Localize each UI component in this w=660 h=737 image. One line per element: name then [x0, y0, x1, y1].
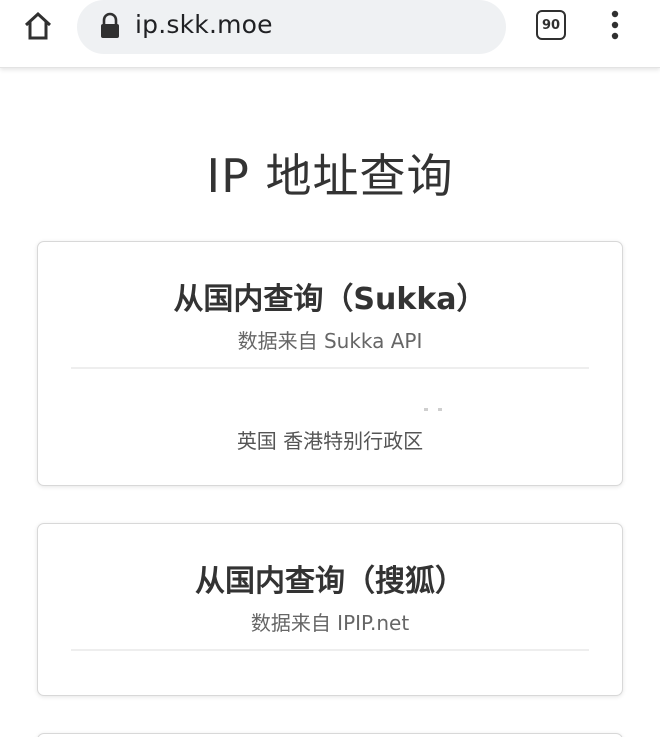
- tab-count-label: 90: [541, 17, 561, 33]
- page-content: IP 地址查询 从国内查询（Sukka） 数据来自 Sukka API 英国 香…: [0, 68, 660, 737]
- tab-switcher-button[interactable]: 90: [536, 10, 566, 40]
- card-title: 从国内查询（搜狐）: [195, 564, 465, 599]
- card-result-location: 英国 香港特别行政区: [236, 429, 424, 453]
- card-title: 从国内查询（Sukka）: [173, 282, 487, 317]
- home-button[interactable]: [18, 6, 58, 46]
- query-card-next: [37, 733, 623, 737]
- more-vert-icon[interactable]: [602, 8, 628, 42]
- card-source: 数据来自 Sukka API: [237, 329, 423, 353]
- url-text: ip.skk.moe: [135, 10, 273, 39]
- address-bar[interactable]: ip.skk.moe: [77, 0, 506, 54]
- card-source: 数据来自 IPIP.net: [250, 611, 410, 635]
- home-icon: [24, 11, 52, 40]
- query-card-sohu: 从国内查询（搜狐） 数据来自 IPIP.net: [37, 523, 623, 696]
- card-divider: [71, 649, 589, 651]
- lock-icon: [101, 12, 119, 38]
- redacted-ip-marks: [424, 408, 442, 411]
- browser-toolbar: ip.skk.moe 90: [0, 0, 660, 68]
- card-divider: [71, 367, 589, 369]
- query-card-sukka: 从国内查询（Sukka） 数据来自 Sukka API 英国 香港特别行政区: [37, 241, 623, 486]
- page-title: IP 地址查询: [206, 149, 454, 203]
